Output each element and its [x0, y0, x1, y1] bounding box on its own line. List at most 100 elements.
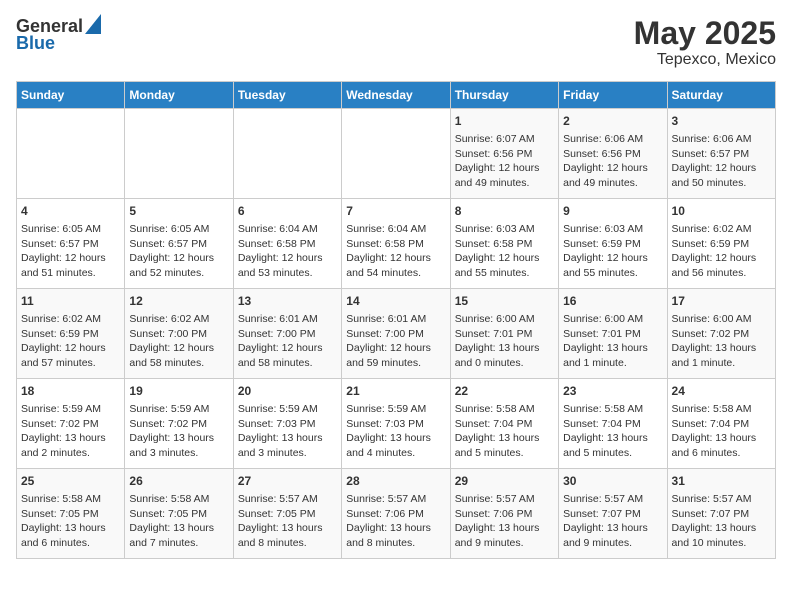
calendar-cell: 9Sunrise: 6:03 AMSunset: 6:59 PMDaylight…	[559, 199, 667, 289]
day-info-line: Sunrise: 6:05 AM	[129, 223, 209, 235]
day-info-line: and 8 minutes.	[238, 537, 307, 549]
day-number: 14	[346, 293, 445, 310]
day-info-line: Sunset: 7:06 PM	[346, 508, 424, 520]
weekday-header-saturday: Saturday	[667, 82, 775, 109]
day-info-line: Sunrise: 6:06 AM	[563, 133, 643, 145]
day-info: Sunrise: 5:58 AMSunset: 7:05 PMDaylight:…	[21, 492, 120, 551]
day-number: 13	[238, 293, 337, 310]
day-info-line: Sunrise: 5:59 AM	[21, 403, 101, 415]
day-info-line: Sunset: 7:05 PM	[129, 508, 207, 520]
day-info-line: Daylight: 13 hours	[21, 432, 106, 444]
day-info-line: Sunrise: 6:04 AM	[346, 223, 426, 235]
day-info: Sunrise: 6:04 AM Sunset: 6:58 PM Daylight:…	[346, 222, 445, 281]
day-info: Sunrise: 6:07 AMSunset: 6:56 PMDaylight:…	[455, 132, 554, 191]
calendar-cell: 11Sunrise: 6:02 AMSunset: 6:59 PMDayligh…	[17, 289, 125, 379]
calendar-cell	[233, 109, 341, 199]
calendar-body: 1Sunrise: 6:07 AMSunset: 6:56 PMDaylight…	[17, 109, 776, 559]
day-info-line: and 57 minutes.	[21, 357, 96, 369]
day-number: 9	[563, 203, 662, 220]
day-info-line: Sunrise: 5:57 AM	[672, 493, 752, 505]
day-number: 28	[346, 473, 445, 490]
calendar-cell: 5Sunrise: 6:05 AMSunset: 6:57 PMDaylight…	[125, 199, 233, 289]
day-info-line: Sunrise: 6:02 AM	[21, 313, 101, 325]
day-info-line: Daylight: 12 hours	[346, 252, 431, 264]
logo-arrow-icon	[85, 14, 101, 34]
day-info-line: Sunset: 7:07 PM	[563, 508, 641, 520]
calendar-header: SundayMondayTuesdayWednesdayThursdayFrid…	[17, 82, 776, 109]
day-info-line: and 51 minutes.	[21, 267, 96, 279]
calendar-cell: 4Sunrise: 6:05 AMSunset: 6:57 PMDaylight…	[17, 199, 125, 289]
day-info: Sunrise: 6:01 AMSunset: 7:00 PMDaylight:…	[346, 312, 445, 371]
day-info-line: Daylight: 13 hours	[672, 522, 757, 534]
day-info-line: Daylight: 13 hours	[129, 522, 214, 534]
day-info-line: Daylight: 13 hours	[455, 522, 540, 534]
day-info-line: Sunrise: 5:58 AM	[129, 493, 209, 505]
day-info-line: Sunrise: 5:58 AM	[563, 403, 643, 415]
day-info-line: and 8 minutes.	[346, 537, 415, 549]
day-info-line: Sunset: 6:56 PM	[455, 148, 533, 160]
weekday-header-monday: Monday	[125, 82, 233, 109]
day-info-line: Sunset: 7:00 PM	[346, 328, 424, 340]
day-info: Sunrise: 6:05 AMSunset: 6:57 PMDaylight:…	[21, 222, 120, 281]
day-number: 10	[672, 203, 771, 220]
page-header: General Blue May 2025 Tepexco, Mexico	[16, 16, 776, 69]
day-info-line: and 58 minutes.	[238, 357, 313, 369]
day-info-line: Sunset: 6:56 PM	[563, 148, 641, 160]
day-info-line: and 3 minutes.	[129, 447, 198, 459]
day-info-line: Daylight: 13 hours	[455, 342, 540, 354]
day-info-line: Sunset: 6:58 PM	[238, 238, 316, 250]
calendar-cell: 16 Sunrise: 6:00 AMSunset: 7:01 PMDayligh…	[559, 289, 667, 379]
day-info: Sunrise: 6:06 AMSunset: 6:57 PMDaylight:…	[672, 132, 771, 191]
day-number: 19	[129, 383, 228, 400]
day-info: Sunrise: 6:04 AMSunset: 6:58 PMDaylight:…	[238, 222, 337, 281]
day-info-line: Sunrise: 6:00 AM	[563, 313, 643, 325]
calendar-week-4: 18Sunrise: 5:59 AMSunset: 7:02 PMDayligh…	[17, 379, 776, 469]
day-number: 6	[238, 203, 337, 220]
day-info-line: Daylight: 12 hours	[238, 252, 323, 264]
day-info-line: and 7 minutes.	[129, 537, 198, 549]
day-info-line: Sunset: 6:58 PM	[346, 238, 424, 250]
day-info: Sunrise: 6:00 AMSunset: 7:01 PMDaylight:…	[563, 312, 662, 371]
day-info-line: Sunset: 6:57 PM	[21, 238, 99, 250]
day-info-line: and 49 minutes.	[563, 177, 638, 189]
calendar-cell: 19 Sunrise: 5:59 AMSunset: 7:02 PMDayligh…	[125, 379, 233, 469]
day-number: 23	[563, 383, 662, 400]
day-number: 21	[346, 383, 445, 400]
day-info-line: Daylight: 12 hours	[21, 342, 106, 354]
day-number: 27	[238, 473, 337, 490]
day-info-line: Sunrise: 6:07 AM	[455, 133, 535, 145]
day-info-line: Sunrise: 6:02 AM	[129, 313, 209, 325]
day-info-line: Daylight: 12 hours	[672, 162, 757, 174]
calendar-cell: 7Sunrise: 6:04 AMSunset: 6:58 PMDaylight…	[342, 199, 450, 289]
logo: General Blue	[16, 16, 101, 54]
calendar-cell: 2Sunrise: 6:06 AMSunset: 6:56 PMDaylight…	[559, 109, 667, 199]
day-info-line: Daylight: 13 hours	[346, 522, 431, 534]
day-info-line: and 1 minute.	[563, 357, 627, 369]
day-number: 5	[129, 203, 228, 220]
day-info: Sunrise: 6:01 AMSunset: 7:00 PMDaylight:…	[238, 312, 337, 371]
day-info-line: and 3 minutes.	[238, 447, 307, 459]
day-info: Sunrise: 5:57 AMSunset: 7:06 PMDaylight:…	[346, 492, 445, 551]
day-info-line: and 5 minutes.	[455, 447, 524, 459]
day-info-line: Daylight: 13 hours	[563, 432, 648, 444]
day-info-line: and 6 minutes.	[672, 447, 741, 459]
day-number: 16	[563, 293, 662, 310]
day-info-line: Sunset: 7:04 PM	[672, 418, 750, 430]
day-info: Sunrise: 6:06 AMSunset: 6:56 PMDaylight:…	[563, 132, 662, 191]
day-info: Sunrise: 5:59 AMSunset: 7:02 PMDaylight:…	[129, 402, 228, 461]
day-info-line: and 55 minutes.	[455, 267, 530, 279]
day-info-line: Daylight: 12 hours	[672, 252, 757, 264]
day-info: Sunrise: 5:59 AMSunset: 7:02 PMDaylight:…	[21, 402, 120, 461]
day-info-line: Sunset: 7:07 PM	[672, 508, 750, 520]
day-info-line: and 9 minutes.	[455, 537, 524, 549]
day-info-line: Sunset: 7:05 PM	[21, 508, 99, 520]
day-number: 2	[563, 113, 662, 130]
day-info-line: and 5 minutes.	[563, 447, 632, 459]
day-number: 15	[455, 293, 554, 310]
calendar-cell: 3Sunrise: 6:06 AMSunset: 6:57 PMDaylight…	[667, 109, 775, 199]
day-info-line: Sunrise: 5:59 AM	[346, 403, 426, 415]
day-info-line: Sunrise: 5:59 AM	[129, 403, 209, 415]
calendar-cell: 30Sunrise: 5:57 AMSunset: 7:07 PMDayligh…	[559, 469, 667, 559]
day-info-line: Sunrise: 6:02 AM	[672, 223, 752, 235]
day-info-line: and 10 minutes.	[672, 537, 747, 549]
